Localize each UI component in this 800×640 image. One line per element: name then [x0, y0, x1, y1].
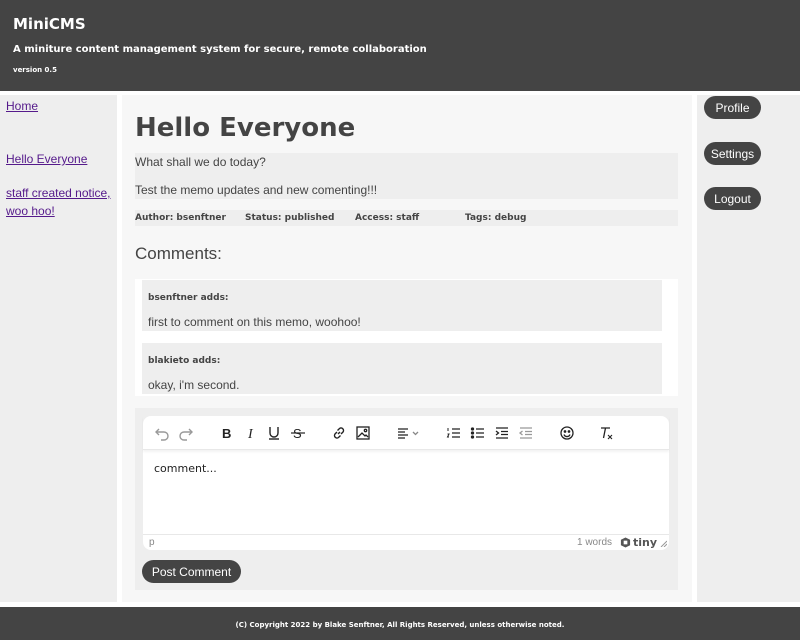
post-comment-button[interactable]: Post Comment	[142, 560, 241, 583]
post-body: What shall we do today? Test the memo up…	[135, 153, 678, 199]
emoticon-icon[interactable]	[557, 424, 577, 442]
nav-link-home[interactable]: Home	[6, 97, 111, 115]
site-tagline: A miniture content management system for…	[13, 44, 427, 55]
comment-item: bsenftner adds: first to comment on this…	[142, 280, 662, 331]
bullet-list-icon[interactable]	[468, 424, 488, 442]
comment-editor-input[interactable]: comment...	[154, 462, 217, 475]
site-title: MiniCMS	[13, 15, 86, 33]
post-body-line: Test the memo updates and new comenting!…	[135, 183, 378, 197]
nav-link-hello-everyone[interactable]: Hello Everyone	[6, 150, 111, 168]
strikethrough-icon[interactable]: S	[288, 424, 308, 442]
profile-button[interactable]: Profile	[704, 96, 761, 119]
bold-icon[interactable]: B	[217, 424, 237, 442]
comment-text: first to comment on this memo, woohoo!	[148, 315, 361, 329]
post-title: Hello Everyone	[135, 113, 356, 143]
site-footer: (C) Copyright 2022 by Blake Senftner, Al…	[0, 607, 800, 640]
site-header: MiniCMS A miniture content management sy…	[0, 0, 800, 91]
comments-heading: Comments:	[135, 244, 222, 263]
editor-statusbar: p 1 words tiny	[143, 534, 669, 550]
element-path[interactable]: p	[149, 537, 155, 548]
site-version: version 0.5	[13, 66, 57, 74]
comment-form: B I S	[135, 408, 678, 590]
post-body-line: What shall we do today?	[135, 155, 266, 169]
nav-link-staff-notice[interactable]: staff created notice, woo hoo!	[6, 184, 111, 220]
comment-author: bsenftner adds:	[148, 293, 229, 303]
comment-item: blakieto adds: okay, i'm second.	[142, 343, 662, 394]
post-status: Status: published	[245, 213, 335, 223]
tiny-logo-icon	[620, 537, 631, 548]
rich-text-editor: B I S	[143, 416, 669, 550]
align-icon[interactable]	[395, 424, 423, 442]
clear-format-icon[interactable]	[596, 424, 616, 442]
image-icon[interactable]	[353, 424, 373, 442]
numbered-list-icon[interactable]	[444, 424, 464, 442]
right-sidebar: Profile Settings Logout	[697, 95, 800, 602]
redo-icon[interactable]	[176, 424, 196, 442]
post-tags: Tags: debug	[465, 213, 527, 223]
italic-icon[interactable]: I	[241, 424, 261, 442]
logout-button[interactable]: Logout	[704, 187, 761, 210]
post-meta: Author: bsenftner Status: published Acce…	[135, 210, 678, 226]
link-icon[interactable]	[329, 424, 349, 442]
post-access: Access: staff	[355, 213, 420, 223]
left-sidebar: Home Hello Everyone staff created notice…	[0, 95, 117, 602]
outdent-icon[interactable]	[516, 424, 536, 442]
undo-icon[interactable]	[152, 424, 172, 442]
indent-icon[interactable]	[492, 424, 512, 442]
main-content: Hello Everyone What shall we do today? T…	[122, 95, 692, 602]
editor-toolbar: B I S	[143, 416, 669, 450]
copyright-text: (C) Copyright 2022 by Blake Senftner, Al…	[235, 621, 565, 629]
resize-handle-icon[interactable]	[660, 540, 667, 547]
tiny-logo[interactable]: tiny	[620, 536, 657, 549]
comment-text: okay, i'm second.	[148, 378, 240, 392]
svg-text:I: I	[247, 427, 254, 441]
tiny-brand: tiny	[633, 536, 658, 549]
comments-list: bsenftner adds: first to comment on this…	[135, 279, 678, 396]
underline-icon[interactable]	[264, 424, 284, 442]
word-count[interactable]: 1 words	[577, 537, 612, 548]
svg-text:B: B	[222, 426, 231, 441]
settings-button[interactable]: Settings	[704, 142, 761, 165]
post-author: Author: bsenftner	[135, 213, 226, 223]
comment-author: blakieto adds:	[148, 356, 221, 366]
